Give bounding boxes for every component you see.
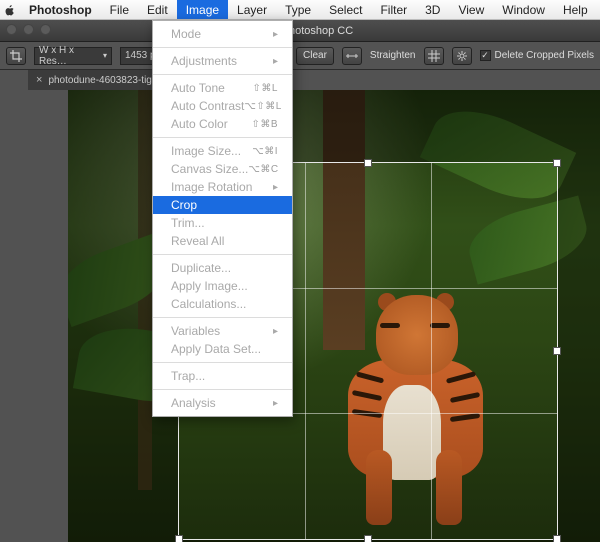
menuitem-trap: Trap...: [153, 367, 292, 385]
menu-help[interactable]: Help: [554, 0, 597, 19]
menu-file[interactable]: File: [101, 0, 138, 19]
options-bar: W x H x Res…▾ 1453 px Clear Straighten ✓…: [0, 42, 600, 70]
crop-handle[interactable]: [175, 535, 183, 542]
crop-handle[interactable]: [553, 159, 561, 167]
menu-type[interactable]: Type: [276, 0, 320, 19]
menu-layer[interactable]: Layer: [228, 0, 276, 19]
straighten-label: Straighten: [370, 50, 416, 61]
window-titlebar: Adobe Photoshop CC: [0, 20, 600, 42]
menuitem-adjustments: Adjustments: [153, 52, 292, 70]
menu-edit[interactable]: Edit: [138, 0, 177, 19]
crop-handle[interactable]: [364, 159, 372, 167]
menuitem-apply-image: Apply Image...: [153, 277, 292, 295]
menuitem-apply-data-set: Apply Data Set...: [153, 340, 292, 358]
crop-options-gear-icon[interactable]: [452, 47, 472, 65]
crop-preset-select[interactable]: W x H x Res…▾: [34, 47, 112, 65]
menu-3d[interactable]: 3D: [416, 0, 449, 19]
menu-select[interactable]: Select: [320, 0, 371, 19]
menu-view[interactable]: View: [449, 0, 493, 19]
menuitem-analysis: Analysis: [153, 394, 292, 412]
menuitem-trim: Trim...: [153, 214, 292, 232]
menuitem-canvas-size: Canvas Size...⌥⌘C: [153, 160, 292, 178]
crop-handle[interactable]: [553, 535, 561, 542]
delete-cropped-checkbox[interactable]: ✓ Delete Cropped Pixels: [480, 50, 595, 61]
image-menu-dropdown: Mode Adjustments Auto Tone⇧⌘LAuto Contrast…: [152, 20, 293, 417]
clear-button[interactable]: Clear: [296, 47, 334, 65]
menuitem-auto-color: Auto Color⇧⌘B: [153, 115, 292, 133]
menu-image[interactable]: Image: [177, 0, 228, 19]
traffic-lights[interactable]: [6, 24, 51, 35]
crop-tool-icon[interactable]: [6, 47, 26, 65]
mac-menubar: Photoshop FileEditImageLayerTypeSelectFi…: [0, 0, 600, 20]
menuitem-auto-tone: Auto Tone⇧⌘L: [153, 79, 292, 97]
menu-filter[interactable]: Filter: [371, 0, 416, 19]
menu-window[interactable]: Window: [493, 0, 554, 19]
menuitem-auto-contrast: Auto Contrast⌥⇧⌘L: [153, 97, 292, 115]
canvas[interactable]: [68, 90, 600, 542]
menuitem-variables: Variables: [153, 322, 292, 340]
checkmark-icon: ✓: [480, 50, 491, 61]
menuitem-crop[interactable]: Crop: [153, 196, 292, 214]
menuitem-calculations: Calculations...: [153, 295, 292, 313]
grid-overlay-icon[interactable]: [424, 47, 444, 65]
menuitem-reveal-all: Reveal All: [153, 232, 292, 250]
apple-menu-icon[interactable]: [0, 4, 20, 16]
menuitem-image-rotation: Image Rotation: [153, 178, 292, 196]
workspace: × photodune-4603823-tiger-m.j…: [0, 70, 600, 542]
menuitem-duplicate: Duplicate...: [153, 259, 292, 277]
crop-handle[interactable]: [364, 535, 372, 542]
app-name[interactable]: Photoshop: [20, 3, 101, 17]
crop-handle[interactable]: [553, 347, 561, 355]
menuitem-mode: Mode: [153, 25, 292, 43]
menuitem-image-size: Image Size...⌥⌘I: [153, 142, 292, 160]
straighten-icon[interactable]: [342, 47, 362, 65]
close-icon[interactable]: ×: [36, 74, 42, 86]
